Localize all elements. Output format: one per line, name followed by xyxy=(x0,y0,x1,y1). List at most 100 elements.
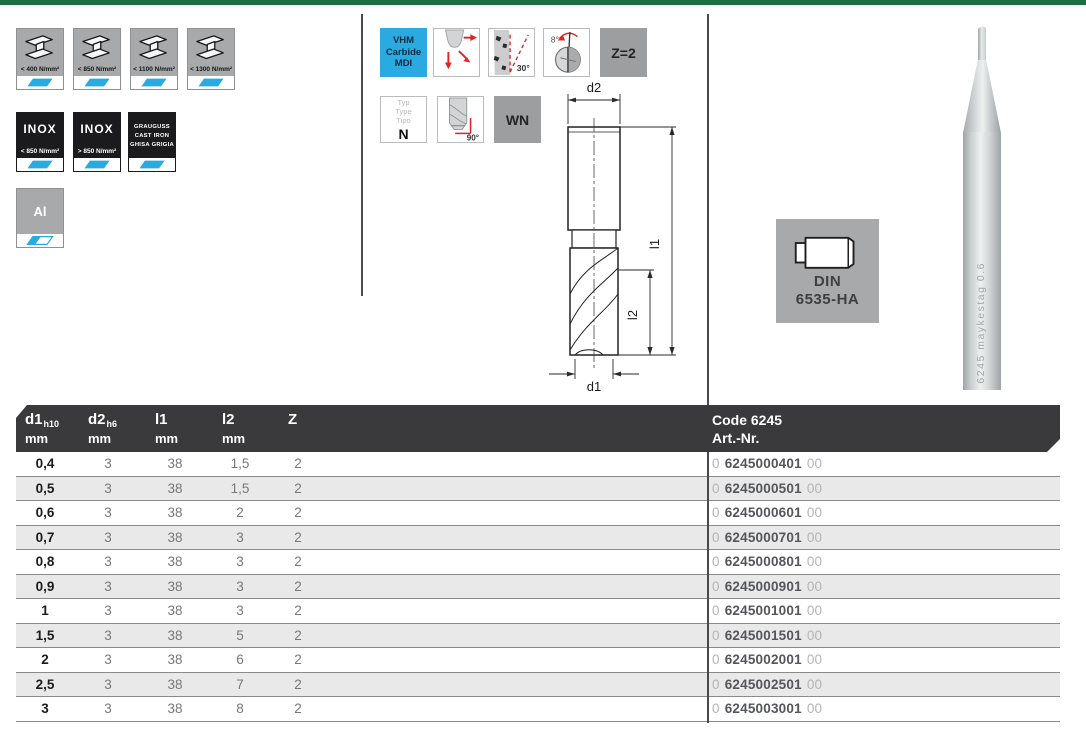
cell-d1: 2,5 xyxy=(16,673,74,697)
cell-l1: 38 xyxy=(142,526,208,550)
cell-l1: 38 xyxy=(142,648,208,672)
cell-article-number: 0624500100100 xyxy=(712,599,822,623)
cell-z: 2 xyxy=(272,673,324,697)
col-header-code: Code 6245 Art.-Nr. xyxy=(712,411,782,447)
chip-strip xyxy=(188,76,234,89)
grade-line: VHM xyxy=(393,35,414,47)
material-icon-inox-high: INOX > 850 N/mm² xyxy=(73,112,121,172)
cell-article-number: 0624500250100 xyxy=(712,673,822,697)
cell-d1: 0,5 xyxy=(16,477,74,501)
inox-title: INOX xyxy=(74,122,120,148)
material-icon-steel-1300: < 1300 N/mm² xyxy=(187,28,235,90)
cell-d1: 1,5 xyxy=(16,624,74,648)
profile-label: WN xyxy=(506,112,529,128)
chip-strip xyxy=(129,158,175,171)
cell-l2: 1,5 xyxy=(208,477,272,501)
cell-l1: 38 xyxy=(142,501,208,525)
cell-d2: 3 xyxy=(74,477,142,501)
milling-directions-icon xyxy=(434,29,479,76)
laser-etched-text: 6245 maykestag 0.6 xyxy=(975,262,987,384)
steel-beam-icon xyxy=(134,34,174,66)
dim-label-l1: l1 xyxy=(647,239,662,249)
cell-l2: 3 xyxy=(208,599,272,623)
corner-90deg-icon: 90° xyxy=(438,97,483,142)
table-row: 0,6 3 38 2 2 0624500060100 xyxy=(16,501,1060,526)
material-strength-label: > 850 N/mm² xyxy=(74,148,120,158)
technical-drawing: d2 l1 l2 d1 xyxy=(545,82,705,394)
cell-d1: 1 xyxy=(16,599,74,623)
chip-strip xyxy=(131,76,177,89)
table-row: 0,4 3 38 1,5 2 0624500040100 xyxy=(16,452,1060,477)
cell-z: 2 xyxy=(272,624,324,648)
cell-l2: 5 xyxy=(208,624,272,648)
steel-beam-icon xyxy=(77,34,117,66)
material-icon-steel-400: < 400 N/mm² xyxy=(16,28,64,90)
cylindrical-shank-icon xyxy=(788,231,868,273)
cell-l2: 3 xyxy=(208,575,272,599)
cell-d2: 3 xyxy=(74,501,142,525)
cell-l1: 38 xyxy=(142,697,208,721)
type-value: N xyxy=(398,126,408,142)
material-strength-label: < 1300 N/mm² xyxy=(190,66,232,76)
chip-icon xyxy=(25,159,55,170)
material-strength-label: < 850 N/mm² xyxy=(17,148,63,158)
cell-article-number: 0624500080100 xyxy=(712,550,822,574)
cell-d1: 3 xyxy=(16,697,74,721)
cell-d2: 3 xyxy=(74,526,142,550)
cell-l1: 38 xyxy=(142,477,208,501)
chip-icon xyxy=(196,77,226,88)
cast-iron-label-en: CAST IRON xyxy=(129,133,175,139)
grade-line: Carbide xyxy=(386,47,421,59)
chip-icon xyxy=(82,77,112,88)
col-header-d2: d2h6 mm xyxy=(88,411,117,446)
front-angle-icon: 8° xyxy=(543,28,590,77)
table-row: 2 3 38 6 2 0624500200100 xyxy=(16,648,1060,673)
svg-text:8°: 8° xyxy=(551,34,559,44)
profile-icon: WN xyxy=(494,96,541,143)
steel-beam-icon xyxy=(191,34,231,66)
cell-z: 2 xyxy=(272,477,324,501)
col-header-l1: l1 mm xyxy=(155,411,178,446)
cell-l1: 38 xyxy=(142,599,208,623)
cell-article-number: 0624500200100 xyxy=(712,648,822,672)
cell-article-number: 0624500090100 xyxy=(712,575,822,599)
cell-article-number: 0624500300100 xyxy=(712,697,822,721)
svg-text:30°: 30° xyxy=(517,63,531,73)
cell-d1: 0,4 xyxy=(16,452,74,476)
chip-icon xyxy=(137,159,167,170)
top-accent-bar xyxy=(0,0,1086,5)
table-row: 1,5 3 38 5 2 0624500150100 xyxy=(16,624,1060,649)
cast-iron-label-it: GHISA GRIGIA xyxy=(129,142,175,148)
cell-d2: 3 xyxy=(74,550,142,574)
cell-d2: 3 xyxy=(74,575,142,599)
material-icon-steel-1100: < 1100 N/mm² xyxy=(130,28,178,90)
material-icon-inox-low: INOX < 850 N/mm² xyxy=(16,112,64,172)
material-strength-label: < 850 N/mm² xyxy=(78,66,116,76)
chip-icon xyxy=(82,159,112,170)
dim-label-d2: d2 xyxy=(587,82,601,95)
universal-application-icon xyxy=(433,28,480,77)
helix-angle-icon: 30° xyxy=(488,28,535,77)
grade-line: MDI xyxy=(395,58,412,70)
cell-l1: 38 xyxy=(142,550,208,574)
table-body: 0,4 3 38 1,5 2 0624500040100 0,5 3 38 1,… xyxy=(16,452,1060,722)
table-row: 0,9 3 38 3 2 0624500090100 xyxy=(16,575,1060,600)
front-8deg-icon: 8° xyxy=(544,29,589,76)
chip-strip xyxy=(74,158,120,171)
type-word-en: Type xyxy=(395,107,411,116)
cell-z: 2 xyxy=(272,550,324,574)
cell-article-number: 0624500060100 xyxy=(712,501,822,525)
col-header-d1: d1h10 mm xyxy=(25,411,59,446)
section-divider-right xyxy=(707,14,709,723)
cell-l2: 6 xyxy=(208,648,272,672)
aluminium-label: Al xyxy=(17,189,63,234)
cell-z: 2 xyxy=(272,501,324,525)
cell-d1: 0,7 xyxy=(16,526,74,550)
din-standard-line1: DIN xyxy=(814,273,841,291)
shank-standard-icon: DIN 6535-HA xyxy=(776,219,879,323)
inox-title: INOX xyxy=(17,122,63,148)
table-row: 0,7 3 38 3 2 0624500070100 xyxy=(16,526,1060,551)
dim-label-l2: l2 xyxy=(625,310,640,320)
cell-d1: 0,9 xyxy=(16,575,74,599)
type-word-it: Tipo xyxy=(396,116,410,125)
